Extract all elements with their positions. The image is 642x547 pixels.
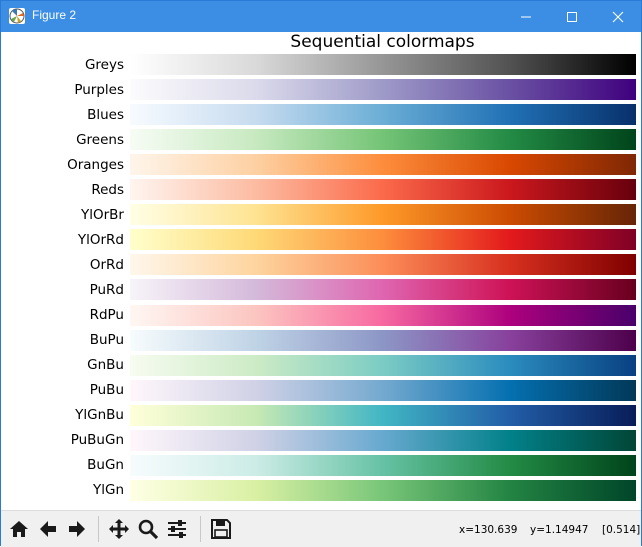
colormap-gradient-bar: [130, 404, 636, 426]
colormap-gradient-bar: [130, 54, 636, 75]
forward-button[interactable]: [64, 515, 90, 543]
colormap-gradient-bar: [130, 279, 636, 301]
arrow-right-icon: [69, 521, 85, 537]
colormap-label: OrRd: [89, 256, 124, 273]
maximize-icon: [567, 11, 577, 22]
magnifier-icon: [138, 519, 159, 540]
colormap-gradient-bar: [130, 379, 636, 401]
colormap-gradient-bar: [130, 154, 636, 176]
maximize-button[interactable]: [549, 1, 595, 32]
move-icon: [109, 519, 129, 539]
colormap-label: Purples: [74, 81, 124, 98]
window-title: Figure 2: [32, 8, 77, 22]
sliders-icon: [168, 520, 186, 538]
colormap-label: Blues: [87, 106, 124, 123]
colormap-label: YlOrRd: [77, 231, 124, 248]
minimize-button[interactable]: [503, 1, 549, 32]
arrow-left-icon: [40, 521, 56, 537]
colormap-label: PuRd: [89, 281, 124, 298]
pixel-value-readout: [0.514]: [602, 524, 641, 536]
floppy-disk-icon: [211, 519, 231, 539]
figure-title: Sequential colormaps: [290, 32, 475, 52]
home-icon: [10, 521, 28, 537]
back-button[interactable]: [35, 515, 61, 543]
save-button[interactable]: [208, 515, 234, 543]
colormap-label: BuPu: [89, 332, 124, 349]
colormap-label: RdPu: [89, 307, 124, 323]
colormap-label: BuGn: [87, 457, 124, 474]
colormap-label: Reds: [91, 181, 124, 198]
matplotlib-app-icon: [9, 8, 25, 24]
colormap-gradient-bar: [130, 104, 636, 126]
colormap-label: Greys: [84, 56, 124, 73]
colormap-gradient-bar: [130, 79, 636, 101]
subplots-button[interactable]: [164, 515, 190, 543]
colormap-label: PuBuGn: [70, 432, 124, 449]
title-bar[interactable]: Figure 2: [1, 1, 641, 32]
x-coordinate-readout: x=130.639: [459, 524, 518, 536]
colormap-label: YlGnBu: [75, 407, 124, 424]
pan-button[interactable]: [106, 515, 132, 543]
colormap-label: YlGn: [92, 482, 124, 499]
toolbar-separator: [200, 516, 201, 542]
colormap-label: GnBu: [87, 357, 124, 374]
colormap-gradient-bar: [130, 429, 636, 451]
colormap-gradient-bar: [130, 479, 636, 501]
colormap-label: Oranges: [67, 156, 124, 173]
colormap-gradient-bar: [130, 129, 636, 151]
y-coordinate-readout: y=1.14947: [530, 524, 589, 536]
home-button[interactable]: [6, 515, 32, 543]
colormap-gradient-bar: [130, 229, 636, 251]
toolbar-separator: [98, 516, 99, 542]
colormap-gradient-bar: [130, 304, 636, 326]
figure-window: Figure 2 Sequential colormaps Greys Purpl…: [0, 0, 642, 547]
close-icon: [612, 11, 624, 22]
colormap-gradient-bar: [130, 329, 636, 351]
figure-canvas[interactable]: Sequential colormaps Greys Purples Blues Gr…: [1, 32, 641, 510]
zoom-button[interactable]: [135, 515, 161, 543]
navigation-toolbar: x=130.639 y=1.14947 [0.514]: [1, 510, 641, 547]
colormap-label: YlOrBr: [81, 206, 124, 223]
close-button[interactable]: [595, 1, 641, 32]
colormap-gradient-bar: [130, 354, 636, 376]
colormap-label: Greens: [76, 131, 124, 148]
colormap-gradient-bar: [130, 254, 636, 276]
minimize-icon: [521, 16, 531, 17]
colormap-gradient-bar: [130, 204, 636, 226]
colormap-gradient-bar: [130, 179, 636, 201]
colormap-label: PuBu: [89, 382, 124, 399]
colormap-gradient-bar: [130, 454, 636, 476]
